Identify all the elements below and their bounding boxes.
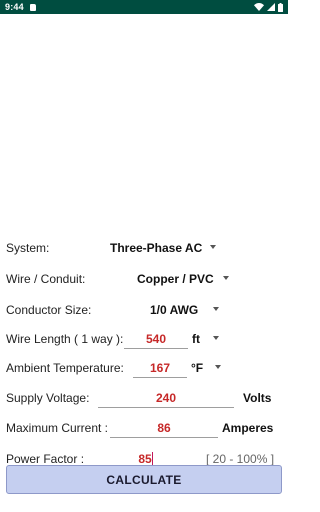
- ambient-temperature-field[interactable]: [133, 356, 187, 378]
- ambient-temperature-input[interactable]: [133, 356, 187, 376]
- wire-conduit-dropdown-arrow-icon: [223, 276, 229, 280]
- system-row: System: Three-Phase AC: [6, 236, 282, 260]
- temperature-unit: °F: [191, 361, 204, 375]
- calculator-form: System: Three-Phase AC Wire / Conduit: C…: [0, 14, 288, 512]
- supply-voltage-input[interactable]: [98, 386, 234, 406]
- sd-card-icon: [29, 3, 36, 11]
- supply-voltage-label: Supply Voltage:: [6, 391, 90, 405]
- system-label: System:: [6, 241, 50, 255]
- status-bar: 9:44: [0, 0, 288, 14]
- wire-length-field[interactable]: [124, 327, 188, 349]
- ambient-temperature-row: Ambient Temperature: °F: [6, 356, 282, 380]
- wire-conduit-row: Wire / Conduit: Copper / PVC: [6, 267, 282, 291]
- conductor-size-label: Conductor Size:: [6, 303, 92, 317]
- supply-voltage-unit: Volts: [243, 391, 272, 405]
- temperature-unit-dropdown-arrow-icon: [215, 365, 221, 369]
- conductor-size-dropdown-arrow-icon: [213, 307, 219, 311]
- wifi-icon: [254, 3, 264, 11]
- signal-icon: [267, 3, 275, 11]
- supply-voltage-row: Supply Voltage: Volts: [6, 386, 282, 410]
- maximum-current-label: Maximum Current :: [6, 421, 109, 435]
- wire-length-unit: ft: [192, 332, 200, 346]
- maximum-current-input[interactable]: [110, 416, 218, 436]
- status-icons: [254, 2, 283, 12]
- maximum-current-row: Maximum Current : Amperes: [6, 416, 282, 440]
- conductor-size-row: Conductor Size: 1/0 AWG: [6, 298, 282, 322]
- battery-icon: [278, 2, 283, 12]
- system-dropdown-arrow-icon: [210, 245, 216, 249]
- text-cursor: [152, 452, 153, 465]
- power-factor-label: Power Factor :: [6, 452, 85, 466]
- wire-conduit-label: Wire / Conduit:: [6, 272, 86, 286]
- supply-voltage-field[interactable]: [98, 386, 234, 408]
- wire-length-label: Wire Length ( 1 way ):: [6, 332, 124, 346]
- calculate-button[interactable]: CALCULATE: [6, 465, 282, 494]
- power-factor-input[interactable]: [88, 447, 202, 467]
- ambient-temperature-label: Ambient Temperature:: [6, 361, 124, 375]
- conductor-size-value: 1/0 AWG: [150, 303, 199, 317]
- system-value: Three-Phase AC: [110, 241, 203, 255]
- maximum-current-unit: Amperes: [222, 421, 274, 435]
- status-time: 9:44: [5, 2, 24, 12]
- wire-length-row: Wire Length ( 1 way ): ft: [6, 327, 282, 351]
- maximum-current-field[interactable]: [110, 416, 218, 438]
- wire-conduit-value: Copper / PVC: [137, 272, 214, 286]
- power-factor-range: [ 20 - 100% ]: [206, 452, 275, 466]
- wire-length-input[interactable]: [124, 327, 188, 347]
- wire-length-unit-dropdown-arrow-icon: [213, 336, 219, 340]
